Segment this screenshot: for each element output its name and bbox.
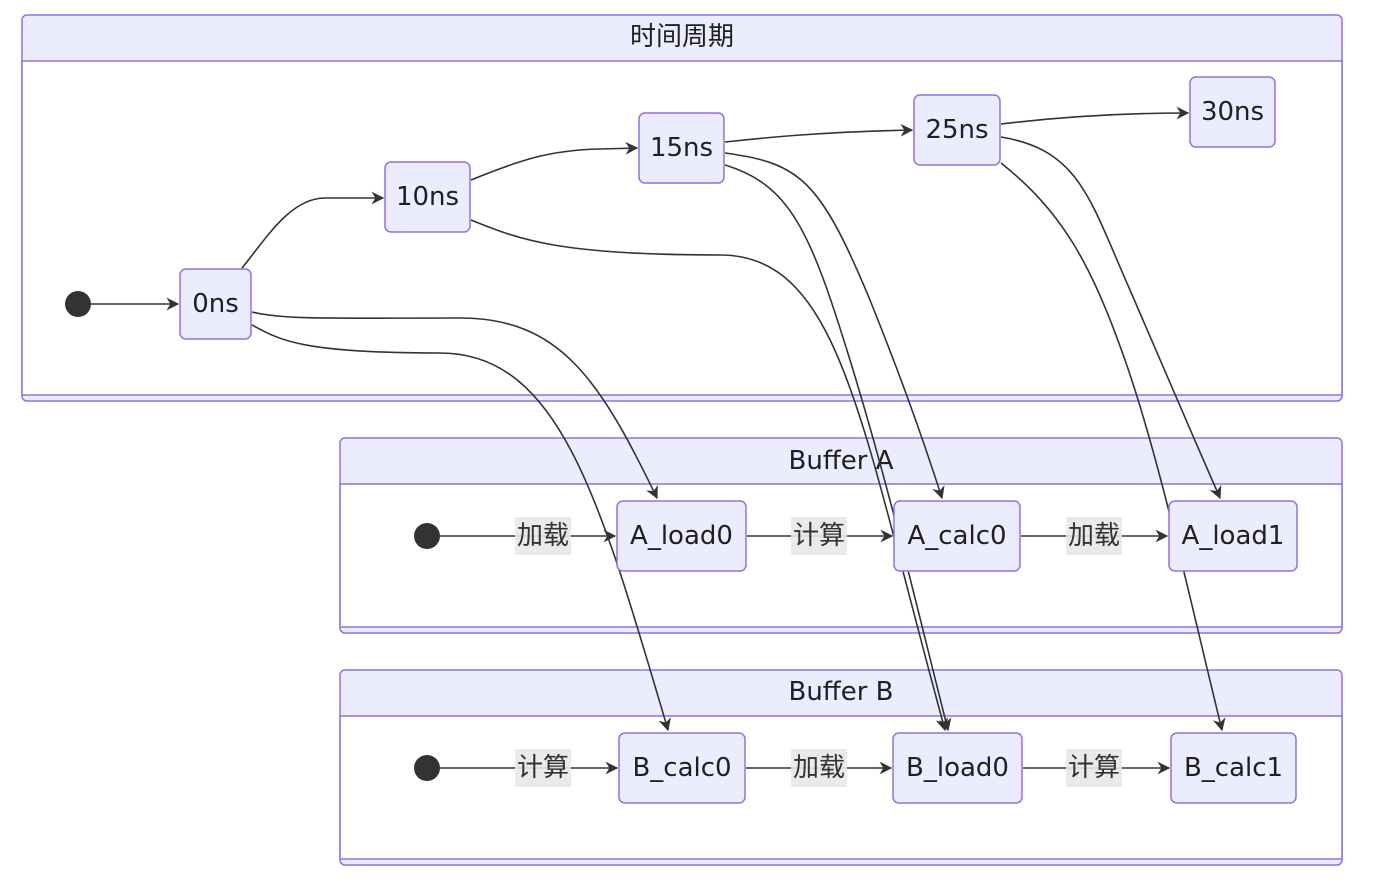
node-10ns[interactable]: 10ns <box>384 161 471 233</box>
cluster-time-period: 时间周期 <box>21 14 1343 402</box>
edge-label-a-start: 加载 <box>517 521 569 551</box>
edge-label-b-start: 计算 <box>517 753 569 783</box>
node-a-load0-label: A_load0 <box>630 521 733 551</box>
node-b-calc1[interactable]: B_calc1 <box>1170 732 1297 804</box>
node-25ns-label: 25ns <box>925 115 988 145</box>
edge-label-b-load0-calc1: 计算 <box>1068 753 1120 783</box>
node-15ns-label: 15ns <box>650 133 713 163</box>
node-15ns[interactable]: 15ns <box>638 112 725 184</box>
node-0ns-label: 0ns <box>192 289 239 319</box>
node-25ns[interactable]: 25ns <box>913 94 1001 166</box>
start-dot-buffer-b <box>414 755 440 781</box>
start-dot-time <box>65 291 91 317</box>
edge-label-a-calc0-load1: 加载 <box>1068 521 1120 551</box>
node-30ns-label: 30ns <box>1201 97 1264 127</box>
node-30ns[interactable]: 30ns <box>1189 76 1276 148</box>
cluster-buffer-a-title: Buffer A <box>789 446 894 476</box>
start-dot-buffer-a <box>414 523 440 549</box>
node-0ns[interactable]: 0ns <box>179 268 252 340</box>
cluster-time-period-title: 时间周期 <box>630 22 734 52</box>
node-a-load0[interactable]: A_load0 <box>616 500 747 572</box>
node-b-load0[interactable]: B_load0 <box>892 732 1023 804</box>
node-a-load1[interactable]: A_load1 <box>1168 500 1298 572</box>
node-b-calc0-label: B_calc0 <box>632 753 731 783</box>
node-a-calc0-label: A_calc0 <box>907 521 1006 551</box>
node-b-calc1-label: B_calc1 <box>1184 753 1283 783</box>
node-a-calc0[interactable]: A_calc0 <box>893 500 1021 572</box>
node-10ns-label: 10ns <box>396 182 459 212</box>
cluster-buffer-b-title: Buffer B <box>788 677 893 707</box>
state-diagram: 时间周期 Buffer A Buffer B 加载 计算 加载 计算 加载 计算… <box>21 14 1343 866</box>
edge-label-b-calc0-load0: 加载 <box>793 753 845 783</box>
node-b-calc0[interactable]: B_calc0 <box>618 732 746 804</box>
cluster-time-period-body <box>21 60 1343 396</box>
node-a-load1-label: A_load1 <box>1182 521 1285 551</box>
edge-label-a-load0-calc0: 计算 <box>793 521 845 551</box>
node-b-load0-label: B_load0 <box>906 753 1009 783</box>
